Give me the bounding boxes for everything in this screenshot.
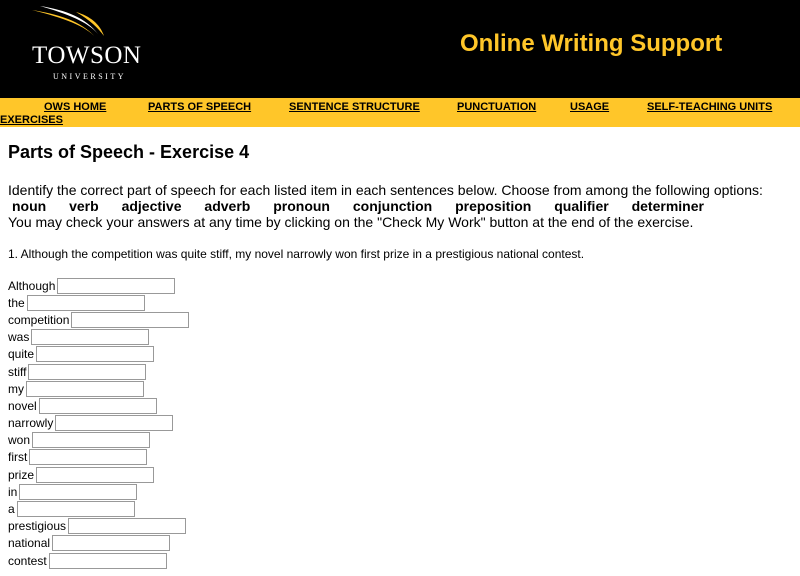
answer-input[interactable] xyxy=(26,294,145,311)
word-label: stiff xyxy=(8,364,27,379)
options-list: noun verb adjective adverb pronoun conju… xyxy=(12,198,792,214)
answer-input[interactable] xyxy=(55,415,174,432)
answer-input[interactable] xyxy=(57,277,176,294)
option-adjective: adjective xyxy=(121,198,182,214)
nav-exercises[interactable]: EXERCISES xyxy=(0,114,63,126)
answer-row: prestigious xyxy=(8,518,792,535)
answer-row: quite xyxy=(8,346,792,363)
answer-row: competition xyxy=(8,311,792,328)
answer-input[interactable] xyxy=(36,466,155,483)
option-conjunction: conjunction xyxy=(352,198,433,214)
option-adverb: adverb xyxy=(204,198,251,214)
nav-ows-home[interactable]: OWS HOME xyxy=(44,101,106,113)
option-qualifier: qualifier xyxy=(554,198,609,214)
word-label: contest xyxy=(8,553,47,568)
instructions: Identify the correct part of speech for … xyxy=(8,182,792,230)
answer-row: a xyxy=(8,500,792,518)
answer-row: Although xyxy=(8,277,792,294)
answer-input[interactable] xyxy=(48,552,167,569)
answer-input[interactable] xyxy=(26,380,144,397)
towson-logo[interactable]: TOWSON UNIVERSITY xyxy=(26,6,144,81)
word-label: won xyxy=(8,433,31,448)
option-determiner: determiner xyxy=(631,198,704,214)
page-title: Parts of Speech - Exercise 4 xyxy=(8,142,250,162)
site-title: Online Writing Support xyxy=(460,30,723,57)
word-label: novel xyxy=(8,398,37,413)
word-label: the xyxy=(8,295,25,310)
nav-usage[interactable]: USAGE xyxy=(570,101,609,113)
answer-input[interactable] xyxy=(71,311,190,328)
answer-input[interactable] xyxy=(32,432,151,449)
question-1: 1. Although the competition was quite st… xyxy=(8,247,585,261)
instruction-text: Identify the correct part of speech for … xyxy=(8,182,763,198)
word-label: prize xyxy=(8,467,35,482)
answer-row: national xyxy=(8,535,792,552)
answer-list: Although the competition was quite stiff my nov… xyxy=(8,277,792,569)
logo-subtitle: UNIVERSITY xyxy=(53,72,126,81)
option-preposition: preposition xyxy=(455,198,532,214)
answer-row: won xyxy=(8,432,792,449)
answer-input[interactable] xyxy=(38,397,157,414)
word-label: prestigious xyxy=(8,519,67,534)
logo-name: TOWSON xyxy=(32,42,142,69)
answer-input[interactable] xyxy=(19,483,138,500)
word-label: quite xyxy=(8,347,35,362)
word-label: competition xyxy=(8,312,70,327)
answer-input[interactable] xyxy=(52,535,171,552)
nav-sentence-structure[interactable]: SENTENCE STRUCTURE xyxy=(289,101,420,113)
word-label: first xyxy=(8,450,28,465)
answer-row: the xyxy=(8,294,792,311)
answer-row: was xyxy=(8,329,792,346)
answer-row: in xyxy=(8,483,792,500)
answer-input[interactable] xyxy=(16,501,135,518)
answer-input[interactable] xyxy=(28,363,147,380)
word-label: a xyxy=(8,502,15,517)
answer-row: contest xyxy=(8,552,792,569)
option-noun: noun xyxy=(12,198,47,214)
word-label: my xyxy=(8,381,24,396)
word-label: national xyxy=(8,536,51,551)
word-label: in xyxy=(8,484,18,499)
answer-row: my xyxy=(8,380,792,397)
tiger-flame-icon xyxy=(32,6,104,38)
word-label: was xyxy=(8,330,30,345)
word-label: Although xyxy=(8,278,56,293)
answer-row: novel xyxy=(8,397,792,414)
answer-row: first xyxy=(8,449,792,466)
main-nav: OWS HOME PARTS OF SPEECH SENTENCE STRUCT… xyxy=(0,98,800,127)
answer-row: narrowly xyxy=(8,415,792,432)
site-header: TOWSON UNIVERSITY Online Writing Support xyxy=(0,0,800,98)
nav-self-teaching-units[interactable]: SELF-TEACHING UNITS xyxy=(647,101,772,113)
check-note: You may check your answers at any time b… xyxy=(8,214,694,230)
answer-row: prize xyxy=(8,466,792,483)
answer-input[interactable] xyxy=(29,449,148,466)
word-label: narrowly xyxy=(8,416,54,431)
nav-punctuation[interactable]: PUNCTUATION xyxy=(457,101,536,113)
answer-input[interactable] xyxy=(36,346,155,363)
option-pronoun: pronoun xyxy=(273,198,330,214)
answer-input[interactable] xyxy=(68,518,187,535)
nav-parts-of-speech[interactable]: PARTS OF SPEECH xyxy=(148,101,251,113)
option-verb: verb xyxy=(69,198,99,214)
answer-input[interactable] xyxy=(31,329,150,346)
main-content: Parts of Speech - Exercise 4 Identify th… xyxy=(0,127,800,569)
answer-row: stiff xyxy=(8,363,792,380)
